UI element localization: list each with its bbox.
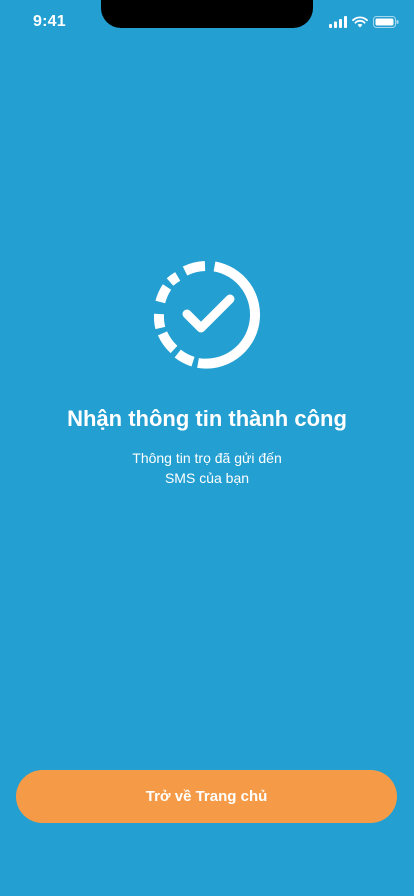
check-circle-icon bbox=[153, 261, 261, 369]
subtitle-line-2: SMS của bạn bbox=[164, 470, 250, 486]
success-subtitle: Thông tin trọ đã gửi đến SMS của bạn bbox=[0, 448, 414, 488]
wifi-icon bbox=[352, 16, 368, 28]
signal-icon bbox=[329, 16, 347, 28]
subtitle-line-1: Thông tin trọ đã gửi đến bbox=[132, 450, 282, 466]
success-title: Nhận thông tin thành công bbox=[67, 406, 347, 431]
back-to-home-button[interactable]: Trở về Trang chủ bbox=[16, 770, 397, 823]
device-notch bbox=[101, 0, 313, 28]
status-icons bbox=[329, 15, 399, 29]
status-bar: 9:41 bbox=[0, 0, 414, 44]
status-time: 9:41 bbox=[33, 13, 66, 30]
battery-icon bbox=[373, 16, 399, 28]
